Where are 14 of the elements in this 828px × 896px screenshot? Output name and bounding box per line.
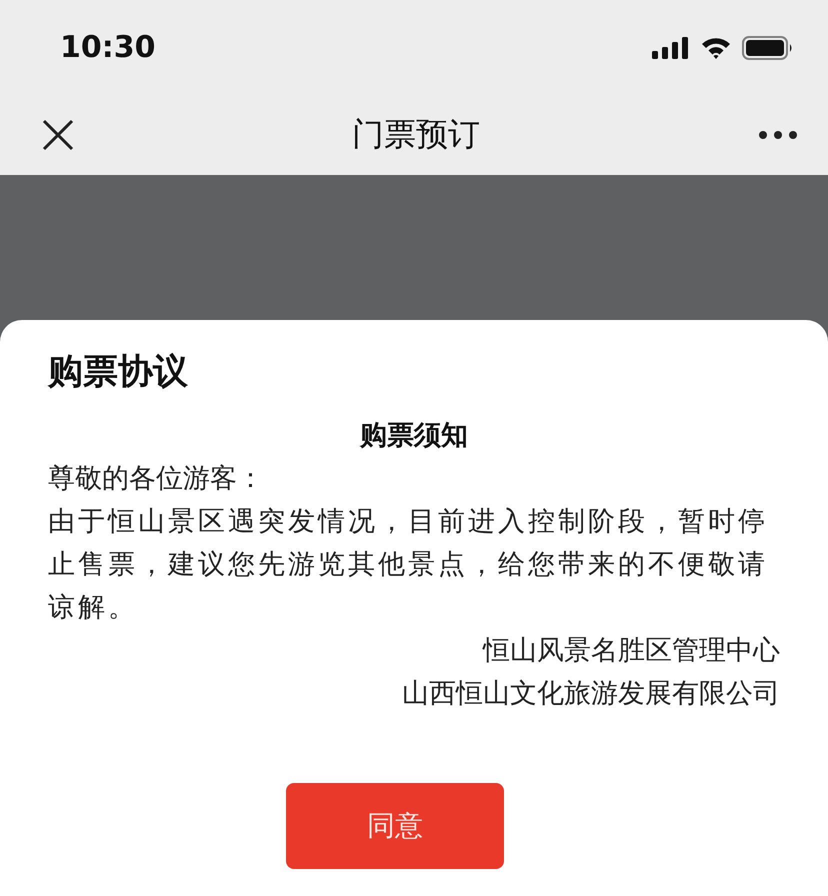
greeting-text: 尊敬的各位游客： (48, 462, 265, 496)
battery-icon (742, 36, 794, 60)
signature-text: 山西恒山文化旅游发展有限公司 (402, 677, 780, 711)
signal-icon (652, 36, 690, 58)
notice-heading: 购票须知 (358, 419, 469, 453)
more-icon[interactable] (758, 130, 798, 140)
signature-text: 恒山风景名胜区管理中心 (483, 634, 780, 668)
status-time: 10:30 (60, 30, 156, 65)
notice-paragraph: 由于恒山景区遇突发情况，目前进入控制阶段，暂时停止售票，建议您先游览其他景点，给您带来的不便敬请谅解。 (48, 505, 769, 625)
wifi-icon (700, 36, 732, 60)
close-icon[interactable] (42, 119, 74, 151)
agree-button[interactable]: 同意 (286, 783, 504, 869)
dialog-title: 购票协议 (48, 351, 189, 394)
page-title: 门票预订 (352, 114, 480, 155)
